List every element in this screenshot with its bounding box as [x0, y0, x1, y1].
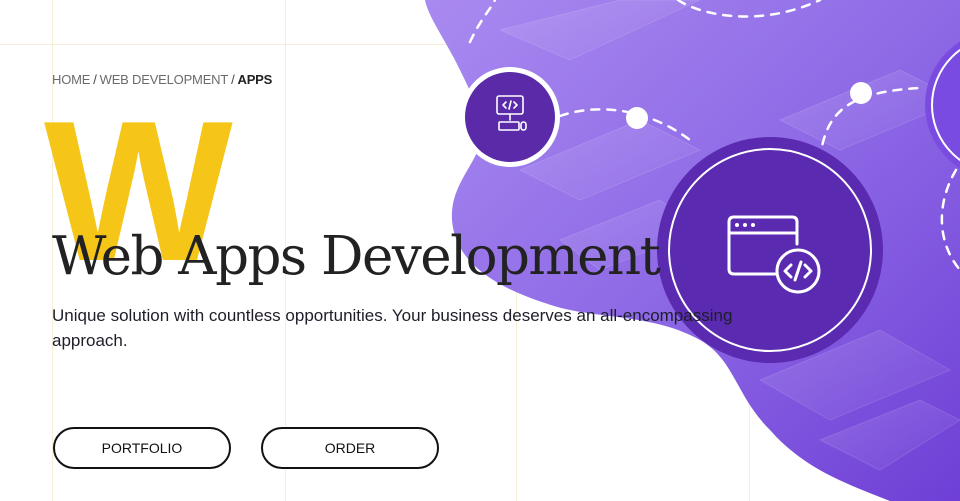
breadcrumb-separator: /: [231, 72, 235, 87]
page-title: Web Apps Development: [52, 226, 661, 287]
breadcrumb-current: APPS: [237, 72, 273, 87]
order-button[interactable]: ORDER: [261, 427, 439, 469]
page-subtitle: Unique solution with countless opportuni…: [52, 306, 733, 350]
portfolio-button[interactable]: PORTFOLIO: [53, 427, 231, 469]
